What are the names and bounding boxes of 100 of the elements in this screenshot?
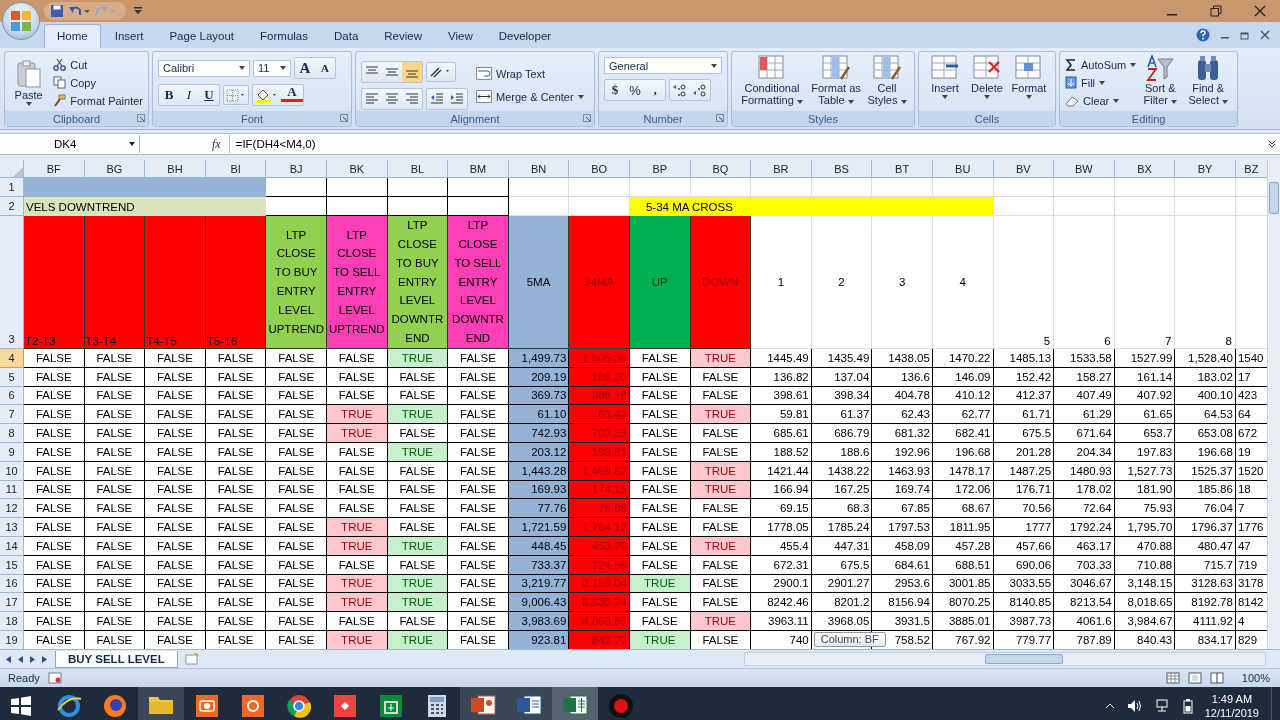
ribbon-tab[interactable]: Data: [322, 24, 371, 48]
save-icon[interactable]: [50, 4, 64, 18]
column-header[interactable]: BU: [932, 160, 994, 178]
ribbon-tab[interactable]: View: [436, 24, 485, 48]
page-break-icon[interactable]: [1209, 672, 1224, 684]
row-header[interactable]: 7: [0, 405, 24, 425]
column-header[interactable]: BT: [872, 160, 933, 178]
app-icon[interactable]: [241, 693, 265, 718]
page-layout-icon[interactable]: [1187, 672, 1202, 684]
column-header[interactable]: BH: [145, 160, 206, 178]
column-header[interactable]: BQ: [690, 160, 752, 178]
column-header[interactable]: BP: [629, 160, 691, 178]
orientation-button[interactable]: [426, 61, 456, 82]
record-icon[interactable]: [608, 692, 634, 719]
restore-icon[interactable]: [1210, 5, 1222, 17]
wrap-text-button[interactable]: Wrap Text: [476, 64, 584, 83]
clear-button[interactable]: Clear: [1065, 91, 1137, 110]
column-header[interactable]: BO: [569, 160, 630, 178]
dialog-launcher-icon[interactable]: [137, 114, 145, 122]
styles-button[interactable]: Format as Table: [807, 54, 865, 111]
zoom-level[interactable]: 100%: [1241, 672, 1270, 684]
close-icon[interactable]: [1254, 5, 1266, 17]
column-header[interactable]: BI: [205, 160, 267, 178]
comma-button[interactable]: ,: [645, 80, 665, 100]
ribbon-tab[interactable]: Developer: [486, 24, 564, 48]
insert-function-button[interactable]: fx: [204, 136, 229, 152]
column-header[interactable]: BM: [448, 160, 509, 178]
column-header[interactable]: BR: [751, 160, 812, 178]
office-button[interactable]: [2, 2, 40, 40]
currency-button[interactable]: $: [605, 80, 625, 100]
column-header[interactable]: BX: [1114, 160, 1176, 178]
dialog-launcher-icon[interactable]: [340, 114, 348, 122]
document-icon[interactable]: [516, 692, 542, 717]
column-header[interactable]: BZ: [1235, 160, 1267, 178]
column-header[interactable]: BY: [1175, 160, 1236, 178]
row-header[interactable]: 18: [0, 612, 24, 631]
column-header[interactable]: BS: [811, 160, 873, 178]
row-header[interactable]: 3: [0, 216, 24, 349]
camera-icon[interactable]: [195, 693, 219, 718]
merge-center-button[interactable]: Merge & Center: [476, 87, 584, 106]
dialog-launcher-icon[interactable]: [583, 114, 591, 122]
font-size-dropdown[interactable]: 11: [253, 59, 291, 77]
column-header[interactable]: BV: [993, 160, 1055, 178]
dialog-launcher-icon[interactable]: [716, 114, 724, 122]
cut-button[interactable]: Cut: [53, 55, 143, 74]
sort-filter-button[interactable]: Sort & Filter: [1136, 54, 1185, 111]
column-header[interactable]: BW: [1054, 160, 1115, 178]
row-header[interactable]: 4: [0, 349, 24, 368]
undo-icon[interactable]: [68, 4, 90, 18]
formula-field[interactable]: =IF(DH4<M4,0): [228, 135, 1264, 153]
font-family-dropdown[interactable]: Calibri: [158, 59, 250, 77]
column-header[interactable]: BN: [508, 160, 570, 178]
grow-font-button[interactable]: A: [295, 58, 315, 78]
store-icon[interactable]: [379, 693, 403, 718]
autosum-button[interactable]: AutoSum: [1065, 55, 1137, 74]
clock-date[interactable]: 12/11/2019: [1204, 705, 1259, 720]
horizontal-scrollbar[interactable]: [744, 652, 1266, 666]
normal-view-icon[interactable]: [1165, 672, 1180, 684]
paste-button[interactable]: Paste: [10, 59, 48, 106]
bold-button[interactable]: B: [159, 85, 179, 105]
styles-button[interactable]: Cell Styles: [865, 54, 909, 111]
italic-button[interactable]: I: [179, 85, 199, 105]
macro-record-icon[interactable]: [47, 672, 62, 684]
column-header[interactable]: BL: [387, 160, 449, 178]
network-icon[interactable]: [1154, 698, 1171, 713]
spreadsheet-icon[interactable]: [562, 692, 588, 717]
column-header[interactable]: BK: [326, 160, 388, 178]
customize-caret-icon[interactable]: [134, 7, 142, 15]
ribbon-tab[interactable]: Review: [372, 24, 434, 48]
row-header[interactable]: 13: [0, 518, 24, 537]
row-header[interactable]: 12: [0, 499, 24, 519]
help-icon[interactable]: [1196, 28, 1210, 42]
expand-icon[interactable]: [1268, 140, 1276, 148]
browser-icon[interactable]: [286, 692, 312, 719]
shrink-font-button[interactable]: A: [315, 58, 335, 78]
row-header[interactable]: 8: [0, 424, 24, 443]
row-header[interactable]: 1: [0, 178, 24, 197]
remote-desktop-icon[interactable]: [333, 693, 357, 718]
column-header[interactable]: BJ: [266, 160, 327, 178]
cells-button[interactable]: Delete: [966, 54, 1008, 111]
borders-button[interactable]: [223, 85, 249, 105]
ribbon-tab[interactable]: Home: [44, 24, 101, 48]
ribbon-tab[interactable]: Page Layout: [157, 24, 247, 48]
percent-button[interactable]: %: [625, 80, 645, 100]
align-bottom-button[interactable]: [402, 61, 422, 82]
chevron-up-icon[interactable]: [1104, 701, 1115, 710]
column-header[interactable]: BG: [84, 160, 146, 178]
row-header[interactable]: 2: [0, 197, 24, 216]
speaker-icon[interactable]: [1126, 698, 1143, 713]
close-icon[interactable]: [1260, 30, 1270, 40]
calculator-icon[interactable]: [427, 693, 447, 718]
fill-button[interactable]: Fill: [1065, 73, 1137, 92]
copy-button[interactable]: Copy: [53, 73, 143, 92]
styles-button[interactable]: Conditional Formatting: [737, 54, 807, 111]
column-header[interactable]: BF: [24, 160, 85, 178]
windows-icon[interactable]: [10, 694, 32, 717]
cells-button[interactable]: Insert: [924, 54, 966, 111]
ribbon-tab[interactable]: Insert: [102, 24, 156, 48]
presentation-icon[interactable]: [470, 692, 496, 717]
browser-icon[interactable]: [56, 692, 82, 719]
